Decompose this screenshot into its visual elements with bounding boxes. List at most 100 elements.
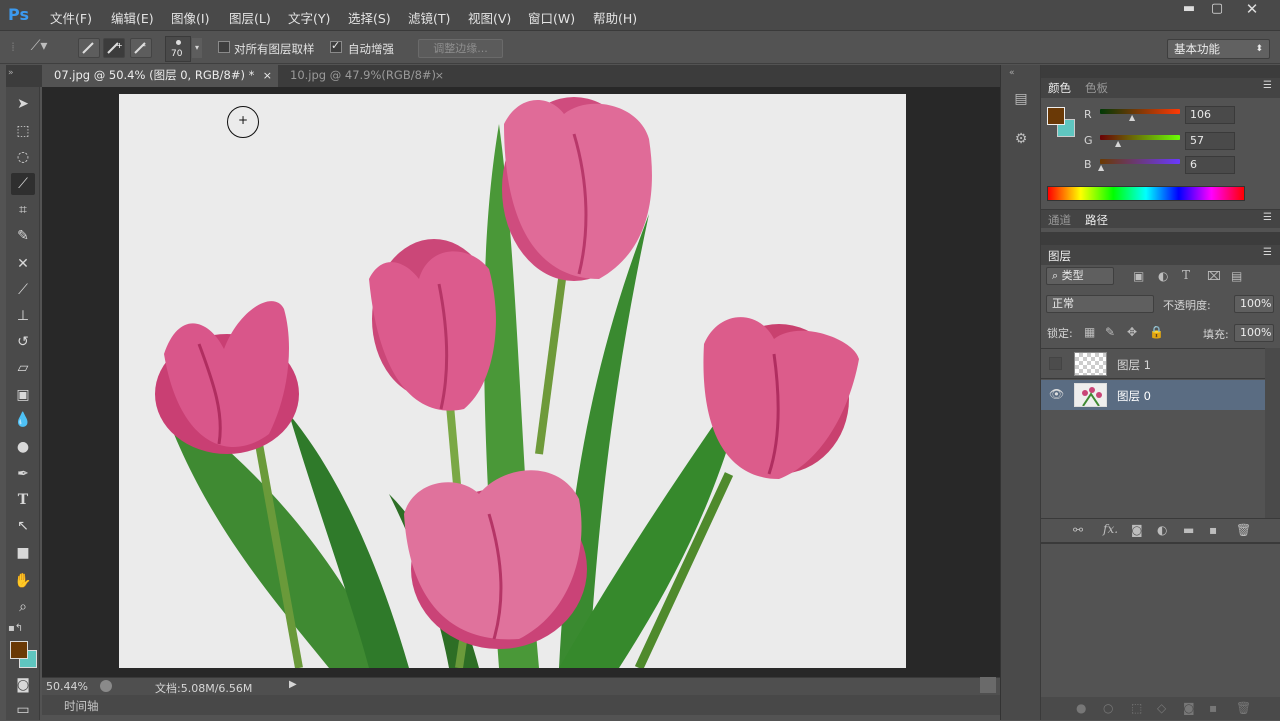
menu-edit[interactable]: 编辑(E) (111, 8, 154, 27)
refine-edge-button[interactable]: 调整边缘... (418, 39, 503, 58)
foreground-color-swatch[interactable] (10, 641, 28, 659)
load-selection-icon[interactable]: ⬚ (1131, 701, 1142, 715)
blur-tool-icon[interactable]: 💧 (11, 409, 35, 431)
rectangle-tool-icon[interactable]: ■ (11, 542, 35, 564)
b-value[interactable]: 6 (1185, 156, 1235, 174)
r-slider-thumb-icon[interactable]: ▲ (1129, 113, 1135, 122)
close-window-button[interactable]: ✕ (1238, 0, 1266, 20)
move-tool-icon[interactable]: ➤ (11, 93, 35, 115)
new-layer-icon[interactable]: ▪ (1209, 523, 1217, 537)
history-brush-icon[interactable]: ↺ (11, 331, 35, 353)
image-filter-icon[interactable]: ▣ (1133, 269, 1144, 283)
eyedropper-tool-icon[interactable]: ✎ (11, 225, 35, 247)
g-slider[interactable] (1100, 135, 1180, 140)
menu-help[interactable]: 帮助(H) (593, 8, 637, 27)
lock-all-icon[interactable]: 🔒 (1149, 325, 1164, 339)
panel-menu-icon[interactable]: ☰ (1263, 212, 1272, 223)
sample-all-layers-checkbox[interactable] (218, 41, 230, 53)
color-fg-swatch[interactable] (1047, 107, 1065, 125)
brush-dropdown-icon[interactable]: ▾ (192, 38, 202, 58)
scroll-corner[interactable] (980, 677, 996, 693)
adjustment-filter-icon[interactable]: ◐ (1158, 269, 1168, 283)
dodge-tool-icon[interactable]: ● (11, 436, 35, 458)
quick-selection-tool-icon[interactable]: ⟋ (11, 173, 35, 195)
workspace-select[interactable]: 基本功能 ⬍ (1167, 39, 1270, 59)
minimize-button[interactable]: ▬ (1175, 0, 1203, 20)
visibility-toggle[interactable] (1049, 357, 1062, 370)
panel-menu-icon[interactable]: ☰ (1263, 247, 1272, 258)
fx-icon[interactable]: fx. (1103, 522, 1118, 536)
document-canvas[interactable]: + (119, 94, 906, 668)
type-tool-icon[interactable]: T (11, 489, 35, 511)
panel-menu-icon[interactable]: ☰ (1263, 80, 1272, 91)
menu-filter[interactable]: 滤镜(T) (408, 8, 450, 27)
opacity-input[interactable]: 100% (1234, 295, 1274, 313)
menu-select[interactable]: 选择(S) (348, 8, 391, 27)
tab-channels[interactable]: 通道 (1048, 212, 1071, 228)
hand-tool-icon[interactable]: ✋ (11, 570, 35, 592)
layer-row-selected[interactable]: 👁 图层 0 (1041, 380, 1265, 410)
healing-brush-icon[interactable]: ✕ (11, 253, 35, 275)
close-icon[interactable]: × (263, 65, 272, 86)
eye-icon[interactable]: 👁 (1049, 387, 1064, 401)
make-work-path-icon[interactable]: ◇ (1157, 701, 1166, 715)
properties-panel-icon[interactable]: ⚙ (1009, 131, 1033, 147)
add-mask-icon[interactable]: ◙ (1183, 701, 1195, 715)
layer-filter-select[interactable]: ⌕ 类型 (1046, 267, 1114, 285)
zoom-tool-icon[interactable]: ⌕ (11, 596, 35, 618)
delete-layer-icon[interactable]: 🗑 (1236, 523, 1251, 537)
quick-mask-icon[interactable]: ◙ (11, 674, 35, 696)
history-panel-icon[interactable]: ▤ (1009, 91, 1033, 107)
default-colors-icon[interactable]: ▪↰ (8, 623, 23, 634)
smart-object-filter-icon[interactable]: ▤ (1231, 269, 1242, 283)
menu-layer[interactable]: 图层(L) (229, 8, 271, 27)
pen-tool-icon[interactable]: ✒ (11, 463, 35, 485)
lock-position-icon[interactable]: ✥ (1127, 325, 1137, 339)
menu-image[interactable]: 图像(I) (171, 8, 209, 27)
g-slider-thumb-icon[interactable]: ▲ (1115, 139, 1121, 148)
fill-input[interactable]: 100% (1234, 324, 1274, 342)
tab-10-jpg[interactable]: 10.jpg @ 47.9%(RGB/8#) × (278, 65, 450, 87)
gradient-tool-icon[interactable]: ▣ (11, 384, 35, 406)
lock-image-icon[interactable]: ✎ (1105, 325, 1115, 339)
menu-file[interactable]: 文件(F) (50, 8, 92, 27)
new-group-icon[interactable]: ▬ (1183, 523, 1194, 537)
collapse-icon[interactable]: » (8, 68, 14, 78)
layer-name[interactable]: 图层 0 (1117, 388, 1151, 404)
zoom-level[interactable]: 50.44% (46, 680, 88, 693)
tab-paths[interactable]: 路径 (1085, 212, 1108, 228)
g-value[interactable]: 57 (1185, 132, 1235, 150)
menu-window[interactable]: 窗口(W) (528, 8, 575, 27)
b-slider[interactable] (1100, 159, 1180, 164)
marquee-tool-icon[interactable]: ⬚ (11, 120, 35, 142)
tab-color[interactable]: 颜色 (1048, 80, 1071, 96)
new-path-icon[interactable]: ▪ (1209, 701, 1217, 715)
stamp-tool-icon[interactable]: ⊥ (11, 305, 35, 327)
expand-panels-icon[interactable]: « (1009, 68, 1015, 78)
menu-view[interactable]: 视图(V) (468, 8, 511, 27)
shape-filter-icon[interactable]: ⌧ (1207, 269, 1221, 283)
brush-tool-icon[interactable]: ⟋ (11, 279, 35, 301)
lock-transparent-icon[interactable]: ▦ (1084, 325, 1095, 339)
menu-type[interactable]: 文字(Y) (288, 8, 330, 27)
tab-swatches[interactable]: 色板 (1085, 80, 1108, 96)
fill-path-icon[interactable]: ● (1076, 701, 1086, 715)
type-filter-icon[interactable]: T (1182, 268, 1190, 282)
screen-mode-icon[interactable]: ▭ (11, 699, 35, 721)
link-layers-icon[interactable]: ⚯ (1073, 523, 1083, 537)
add-mask-icon[interactable]: ◙ (1131, 523, 1143, 537)
layer-name[interactable]: 图层 1 (1117, 357, 1151, 373)
brush-size-picker[interactable]: 70 (165, 36, 191, 62)
maximize-button[interactable]: ▢ (1203, 0, 1231, 20)
tab-layers[interactable]: 图层 (1048, 248, 1071, 264)
tool-preset-icon[interactable]: ⟋▾ (24, 38, 54, 54)
r-slider[interactable] (1100, 109, 1180, 114)
close-icon[interactable]: × (435, 65, 444, 86)
adjustment-layer-icon[interactable]: ◐ (1157, 523, 1167, 537)
lasso-tool-icon[interactable]: ◌ (11, 146, 35, 168)
r-value[interactable]: 106 (1185, 106, 1235, 124)
subtract-selection-brush-icon[interactable]: - (130, 38, 152, 58)
blend-mode-select[interactable]: 正常 (1046, 295, 1154, 313)
b-slider-thumb-icon[interactable]: ▲ (1098, 163, 1104, 172)
eraser-tool-icon[interactable]: ▱ (11, 357, 35, 379)
